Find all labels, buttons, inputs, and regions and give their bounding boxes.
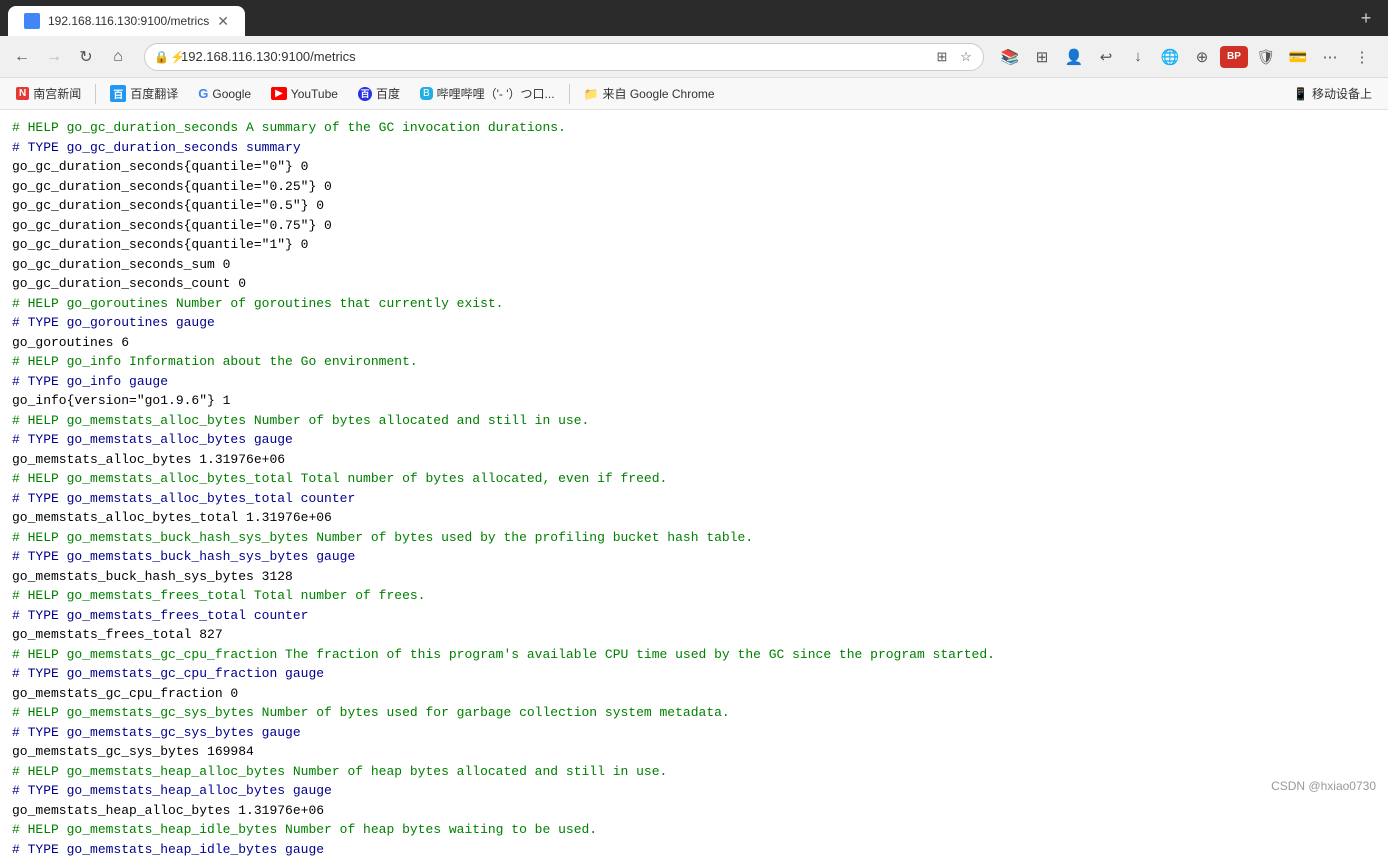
bookmark-icon-bilibili: B [420,87,433,100]
bookmark-icon-chrome: 📁 [584,87,599,101]
reload-button[interactable]: ↻ [72,43,100,71]
more-menu-button[interactable]: ⋯ [1316,43,1344,71]
bookmark-separator-2 [569,84,570,104]
metrics-line: # HELP go_memstats_buck_hash_sys_bytes N… [12,530,753,545]
metrics-line: go_memstats_gc_cpu_fraction 0 [12,686,238,701]
connection-icon: ⚡ [170,50,185,64]
metrics-line: # TYPE go_memstats_buck_hash_sys_bytes g… [12,549,355,564]
bookmark-google[interactable]: G Google [190,84,259,103]
bookmark-baidu[interactable]: 百 百度 [350,83,408,104]
bookmark-nangong[interactable]: N 南宫新闻 [8,83,89,104]
bookmarks-bar: N 南宫新闻 百 百度翻译 G Google ▶ YouTube 百 百度 B … [0,78,1388,110]
metrics-line: # HELP go_memstats_gc_cpu_fraction The f… [12,647,995,662]
metrics-line: go_gc_duration_seconds{quantile="0.75"} … [12,218,332,233]
address-input[interactable] [144,43,984,71]
profile-icon[interactable]: 👤 [1060,43,1088,71]
bookmark-label-google: Google [212,87,251,101]
back-button[interactable]: ← [8,43,36,71]
bookmark-bilibili[interactable]: B 哔哩哔哩（'- '）つ口... [412,83,563,104]
extension-button[interactable]: BP [1220,46,1248,68]
history-back-icon[interactable]: ↩ [1092,43,1120,71]
bookmark-chrome[interactable]: 📁 来自 Google Chrome [576,83,723,104]
translate-icon[interactable]: 🌐 [1156,43,1184,71]
bookmark-star-icon[interactable]: ☆ [956,47,976,67]
metrics-line: go_goroutines 6 [12,335,129,350]
bookmark-label-baidu: 百度 [376,85,400,102]
bookmark-icon-youtube: ▶ [271,87,287,100]
metrics-line: # HELP go_memstats_heap_idle_bytes Numbe… [12,822,597,837]
security-icon: 🔒 [154,50,169,64]
metrics-line: # TYPE go_gc_duration_seconds summary [12,140,301,155]
bookmark-label-translate: 百度翻译 [130,85,178,102]
tab-bar: 192.168.116.130:9100/metrics ✕ + [0,0,1388,36]
metrics-line: go_gc_duration_seconds{quantile="0.5"} 0 [12,198,324,213]
vpn-icon[interactable]: 🛡 [1252,43,1280,71]
metrics-line: go_gc_duration_seconds{quantile="0.25"} … [12,179,332,194]
metrics-line: # TYPE go_memstats_heap_alloc_bytes gaug… [12,783,332,798]
settings-button[interactable]: ⋮ [1348,43,1376,71]
metrics-line: go_gc_duration_seconds_count 0 [12,276,246,291]
metrics-line: # HELP go_memstats_gc_sys_bytes Number o… [12,705,730,720]
metrics-line: # HELP go_goroutines Number of goroutine… [12,296,503,311]
bookmark-icon-google: G [198,86,208,101]
bookmark-baidu-translate[interactable]: 百 百度翻译 [102,83,186,104]
home-button[interactable]: ⌂ [104,43,132,71]
metrics-line: go_gc_duration_seconds{quantile="0"} 0 [12,159,308,174]
bookmark-label-bilibili: 哔哩哔哩（'- '）つ口... [437,85,555,102]
metrics-line: go_memstats_alloc_bytes 1.31976e+06 [12,452,285,467]
collections-icon[interactable]: ⊕ [1188,43,1216,71]
metrics-line: go_gc_duration_seconds{quantile="1"} 0 [12,237,308,252]
bookmark-label-youtube: YouTube [291,87,338,101]
wallet-icon[interactable]: 💳 [1284,43,1312,71]
bookmark-icon-mobile: 📱 [1293,87,1308,101]
forward-button[interactable]: → [40,43,68,71]
nav-right-icons: 📚 ⊞ 👤 ↩ ↓ 🌐 ⊕ BP 🛡 💳 ⋯ ⋮ [996,43,1376,71]
address-right-icons: ⊞ ☆ [932,47,976,67]
metrics-line: # TYPE go_memstats_alloc_bytes gauge [12,432,293,447]
bookmark-icon-translate: 百 [110,85,126,102]
page-content: # HELP go_gc_duration_seconds A summary … [0,110,1388,867]
nav-bar: ← → ↻ ⌂ 🔒 ⚡ ⊞ ☆ 📚 ⊞ 👤 ↩ ↓ 🌐 ⊕ BP 🛡 💳 ⋯ ⋮ [0,36,1388,78]
metrics-line: # HELP go_memstats_frees_total Total num… [12,588,425,603]
metrics-line: # HELP go_info Information about the Go … [12,354,418,369]
metrics-line: # TYPE go_memstats_heap_idle_bytes gauge [12,842,324,857]
metrics-line: go_memstats_alloc_bytes_total 1.31976e+0… [12,510,332,525]
metrics-line: go_memstats_buck_hash_sys_bytes 3128 [12,569,293,584]
metrics-line: # TYPE go_memstats_gc_cpu_fraction gauge [12,666,324,681]
bookmark-youtube[interactable]: ▶ YouTube [263,85,346,103]
bookmark-icon-baidu: 百 [358,87,372,101]
tab-favicon [24,13,40,29]
metrics-line: # TYPE go_memstats_gc_sys_bytes gauge [12,725,301,740]
browser-chrome: 192.168.116.130:9100/metrics ✕ + ← → ↻ ⌂… [0,0,1388,110]
favorites-icon[interactable]: ⊞ [1028,43,1056,71]
active-tab[interactable]: 192.168.116.130:9100/metrics ✕ [8,6,245,36]
metrics-line: # TYPE go_memstats_frees_total counter [12,608,308,623]
metrics-line: # HELP go_memstats_alloc_bytes_total Tot… [12,471,667,486]
new-tab-button[interactable]: + [1352,4,1380,32]
tab-title: 192.168.116.130:9100/metrics [48,14,209,28]
metrics-line: # HELP go_gc_duration_seconds A summary … [12,120,566,135]
metrics-line: # TYPE go_goroutines gauge [12,315,215,330]
tab-close-button[interactable]: ✕ [217,13,229,30]
bookmark-label-mobile: 移动设备上 [1312,85,1372,102]
metrics-line: # HELP go_memstats_heap_alloc_bytes Numb… [12,764,667,779]
metrics-line: # TYPE go_memstats_alloc_bytes_total cou… [12,491,355,506]
metrics-line: go_memstats_frees_total 827 [12,627,223,642]
metrics-line: # HELP go_memstats_alloc_bytes Number of… [12,413,589,428]
bookmark-separator-1 [95,84,96,104]
bookmark-mobile[interactable]: 📱 移动设备上 [1285,83,1380,104]
bookmark-label-nangong: 南宫新闻 [33,85,81,102]
watermark: CSDN @hxiao0730 [1271,779,1376,793]
bookmark-icon-nangong: N [16,87,29,100]
metrics-line: go_gc_duration_seconds_sum 0 [12,257,230,272]
bookmark-label-chrome: 来自 Google Chrome [603,85,715,102]
qr-code-icon[interactable]: ⊞ [932,47,952,67]
address-bar-container: 🔒 ⚡ ⊞ ☆ [144,43,984,71]
reading-list-icon[interactable]: 📚 [996,43,1024,71]
metrics-line: # TYPE go_info gauge [12,374,168,389]
metrics-line: go_info{version="go1.9.6"} 1 [12,393,230,408]
metrics-line: go_memstats_gc_sys_bytes 169984 [12,744,254,759]
downloads-icon[interactable]: ↓ [1124,43,1152,71]
